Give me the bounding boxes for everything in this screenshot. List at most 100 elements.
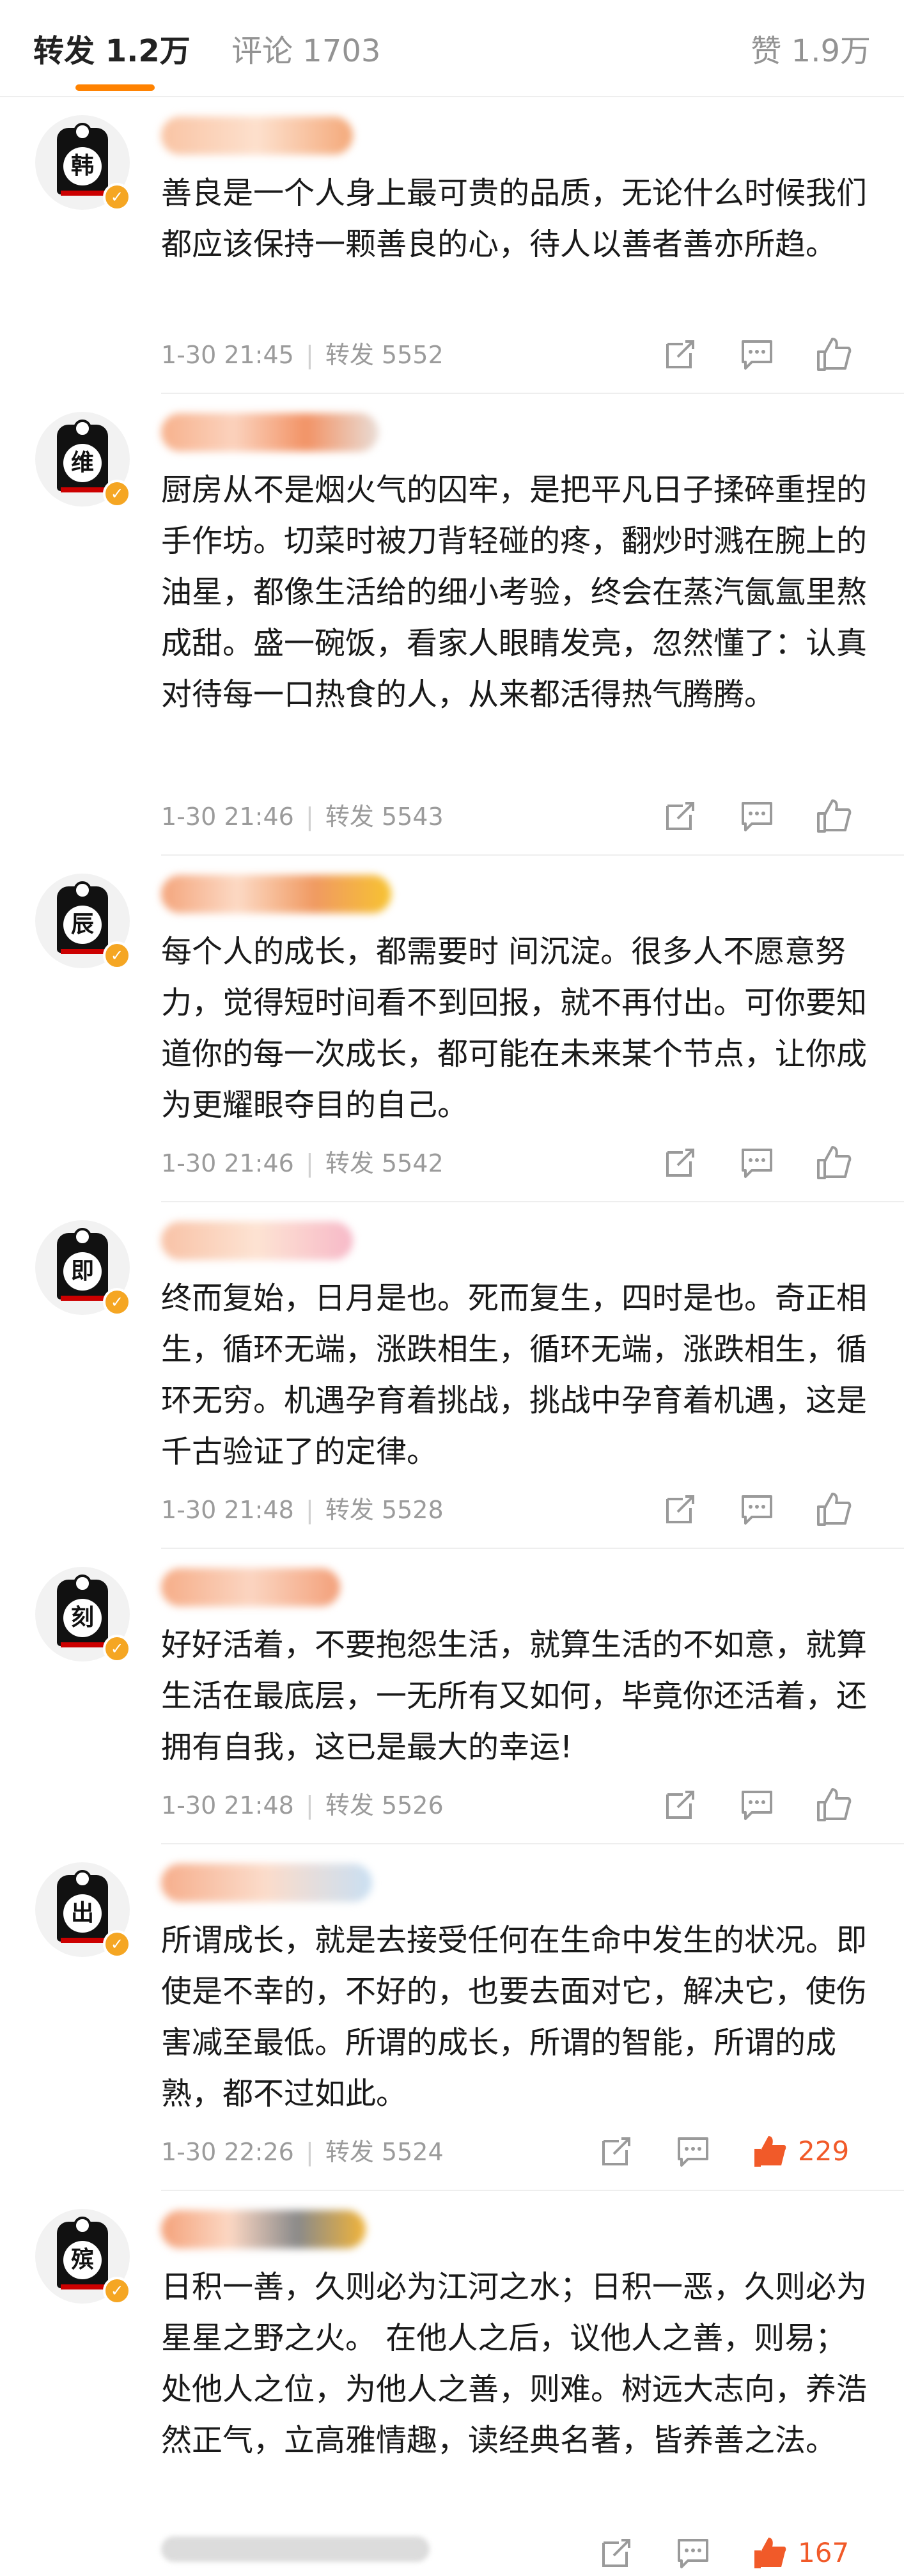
verified-badge-icon: ✓ — [103, 1635, 131, 1663]
like-icon[interactable] — [814, 1786, 853, 1824]
comment-time: 1-30 21:48 — [161, 1496, 294, 1524]
nickname-blurred[interactable] — [161, 2210, 366, 2249]
comment-item: 刻 ✓ 好好活着，不要抱怨生活，就算生活的不如意，就算生活在最底层，一无所有又如… — [0, 1549, 904, 1844]
nickname-blurred[interactable] — [161, 413, 378, 452]
comment-icon[interactable] — [674, 2534, 712, 2572]
comment-meta: 1-30 21:46 | 转发 5542 — [161, 1149, 444, 1177]
comment-icon[interactable] — [674, 2132, 712, 2171]
share-icon[interactable] — [597, 2534, 635, 2572]
comment-text: 善良是一个人身上最可贵的品质，无论什么时候我们都应该保持一颗善良的心，待人以善者… — [161, 175, 868, 262]
verified-badge-icon: ✓ — [103, 2277, 131, 2305]
tab-repost-count: 1.2万 — [105, 33, 191, 69]
comment-meta: 1-30 22:26 | 转发 5524 — [161, 2138, 444, 2166]
comment-icon[interactable] — [738, 1490, 776, 1528]
comment-meta: 1-30 21:46 | 转发 5543 — [161, 803, 444, 831]
comment-time: 1-30 21:48 — [161, 1791, 294, 1819]
comment-actions — [661, 1786, 878, 1824]
comment-actions — [661, 1490, 878, 1528]
verified-badge-icon: ✓ — [103, 480, 131, 508]
tab-comment-label: 评论 — [231, 33, 293, 69]
tab-repost-label: 转发 — [33, 33, 95, 69]
verified-badge-icon: ✓ — [103, 183, 131, 211]
like-icon[interactable] — [751, 2132, 789, 2171]
verified-badge-icon: ✓ — [103, 1288, 131, 1316]
repost-count: 转发 5552 — [325, 341, 444, 369]
comment-time: 1-30 21:46 — [161, 1149, 294, 1177]
nickname-blurred[interactable] — [161, 875, 391, 913]
tab-like[interactable]: 赞 1.9万 — [751, 29, 871, 74]
active-tab-indicator — [75, 84, 155, 91]
repost-count: 转发 5543 — [325, 803, 444, 831]
comment-icon[interactable] — [738, 1143, 776, 1182]
avatar-char: 即 — [63, 1252, 102, 1291]
nickname-blurred[interactable] — [161, 1221, 353, 1260]
avatar-char: 维 — [63, 444, 102, 482]
comment-time: 1-30 22:26 — [161, 2138, 294, 2166]
comment-actions: 229 — [597, 2132, 878, 2171]
comment-meta: 1-30 21:48 | 转发 5526 — [161, 1791, 444, 1819]
share-icon[interactable] — [661, 1490, 699, 1528]
comment-actions: 167 — [597, 2534, 878, 2572]
tab-like-count: 1.9万 — [791, 33, 871, 69]
like-count: 167 — [798, 2537, 850, 2568]
comment-actions — [661, 335, 878, 373]
avatar-char: 刻 — [63, 1599, 102, 1637]
share-icon[interactable] — [661, 1786, 699, 1824]
like-icon[interactable] — [751, 2534, 789, 2572]
avatar[interactable]: 维 ✓ — [35, 412, 131, 508]
comment-tabs: 转发 1.2万 评论 1703 赞 1.9万 — [0, 0, 904, 96]
avatar-char: 辰 — [63, 906, 102, 944]
comment-text: 日积一善，久则必为江河之水；日积一恶，久则必为星星之野之火。 在他人之后，议他人… — [161, 2269, 868, 2458]
like-count: 229 — [798, 2135, 850, 2167]
avatar[interactable]: 刻 ✓ — [35, 1567, 131, 1663]
like-icon[interactable] — [814, 1143, 853, 1182]
tab-comment-count: 1703 — [302, 33, 381, 69]
comment-item: 维 ✓ 厨房从不是烟火气的囚牢，是把平凡日子揉碎重捏的手作坊。切菜时被刀背轻碰的… — [0, 394, 904, 856]
nickname-blurred[interactable] — [161, 116, 353, 155]
comment-meta-partial — [161, 2536, 430, 2562]
avatar[interactable]: 即 ✓ — [35, 1220, 131, 1316]
verified-badge-icon: ✓ — [103, 1930, 131, 1958]
tab-comment[interactable]: 评论 1703 — [231, 29, 380, 74]
comment-meta: 1-30 21:48 | 转发 5528 — [161, 1496, 444, 1524]
nickname-blurred[interactable] — [161, 1864, 372, 1902]
avatar[interactable]: 殡 ✓ — [35, 2209, 131, 2305]
comment-text: 每个人的成长，都需要时 间沉淀。很多人不愿意努力，觉得短时间看不到回报，就不再付… — [161, 934, 868, 1123]
verified-badge-icon: ✓ — [103, 941, 131, 970]
avatar-char: 殡 — [63, 2241, 102, 2279]
comment-time: 1-30 21:45 — [161, 341, 294, 369]
comment-icon[interactable] — [738, 1786, 776, 1824]
comment-item: 韩 ✓ 善良是一个人身上最可贵的品质，无论什么时候我们都应该保持一颗善良的心，待… — [0, 97, 904, 394]
comment-item: 殡 ✓ 日积一善，久则必为江河之水；日积一恶，久则必为星星之野之火。 在他人之后… — [0, 2191, 904, 2576]
repost-count: 转发 5526 — [325, 1791, 444, 1819]
comment-text: 终而复始，日月是也。死而复生，四时是也。奇正相生，循环无端，涨跌相生，循环无端，… — [161, 1280, 868, 1470]
comment-icon[interactable] — [738, 335, 776, 373]
comment-text: 厨房从不是烟火气的囚牢，是把平凡日子揉碎重捏的手作坊。切菜时被刀背轻碰的疼，翻炒… — [161, 472, 868, 712]
like-icon[interactable] — [814, 335, 853, 373]
repost-count: 转发 5528 — [325, 1496, 444, 1524]
share-icon[interactable] — [661, 335, 699, 373]
share-icon[interactable] — [661, 797, 699, 835]
like-icon[interactable] — [814, 1490, 853, 1528]
avatar-char: 出 — [63, 1894, 102, 1933]
comment-meta: 1-30 21:45 | 转发 5552 — [161, 341, 444, 369]
avatar[interactable]: 辰 ✓ — [35, 874, 131, 970]
comment-text: 好好活着，不要抱怨生活，就算生活的不如意，就算生活在最底层，一无所有又如何，毕竟… — [161, 1627, 868, 1765]
repost-count: 转发 5524 — [325, 2138, 444, 2166]
comment-icon[interactable] — [738, 797, 776, 835]
comment-item: 辰 ✓ 每个人的成长，都需要时 间沉淀。很多人不愿意努力，觉得短时间看不到回报，… — [0, 856, 904, 1202]
avatar[interactable]: 出 ✓ — [35, 1862, 131, 1958]
share-icon[interactable] — [597, 2132, 635, 2171]
repost-count: 转发 5542 — [325, 1149, 444, 1177]
tab-repost[interactable]: 转发 1.2万 — [33, 29, 191, 74]
like-icon[interactable] — [814, 797, 853, 835]
avatar[interactable]: 韩 ✓ — [35, 115, 131, 211]
comment-item: 出 ✓ 所谓成长，就是去接受任何在生命中发生的状况。即使是不幸的，不好的，也要去… — [0, 1844, 904, 2191]
nickname-blurred[interactable] — [161, 1568, 340, 1606]
comment-text: 所谓成长，就是去接受任何在生命中发生的状况。即使是不幸的，不好的，也要去面对它，… — [161, 1922, 868, 2112]
share-icon[interactable] — [661, 1143, 699, 1182]
comment-item: 即 ✓ 终而复始，日月是也。死而复生，四时是也。奇正相生，循环无端，涨跌相生，循… — [0, 1202, 904, 1549]
tab-like-label: 赞 — [751, 33, 782, 69]
comment-actions — [661, 1143, 878, 1182]
comment-time: 1-30 21:46 — [161, 803, 294, 831]
